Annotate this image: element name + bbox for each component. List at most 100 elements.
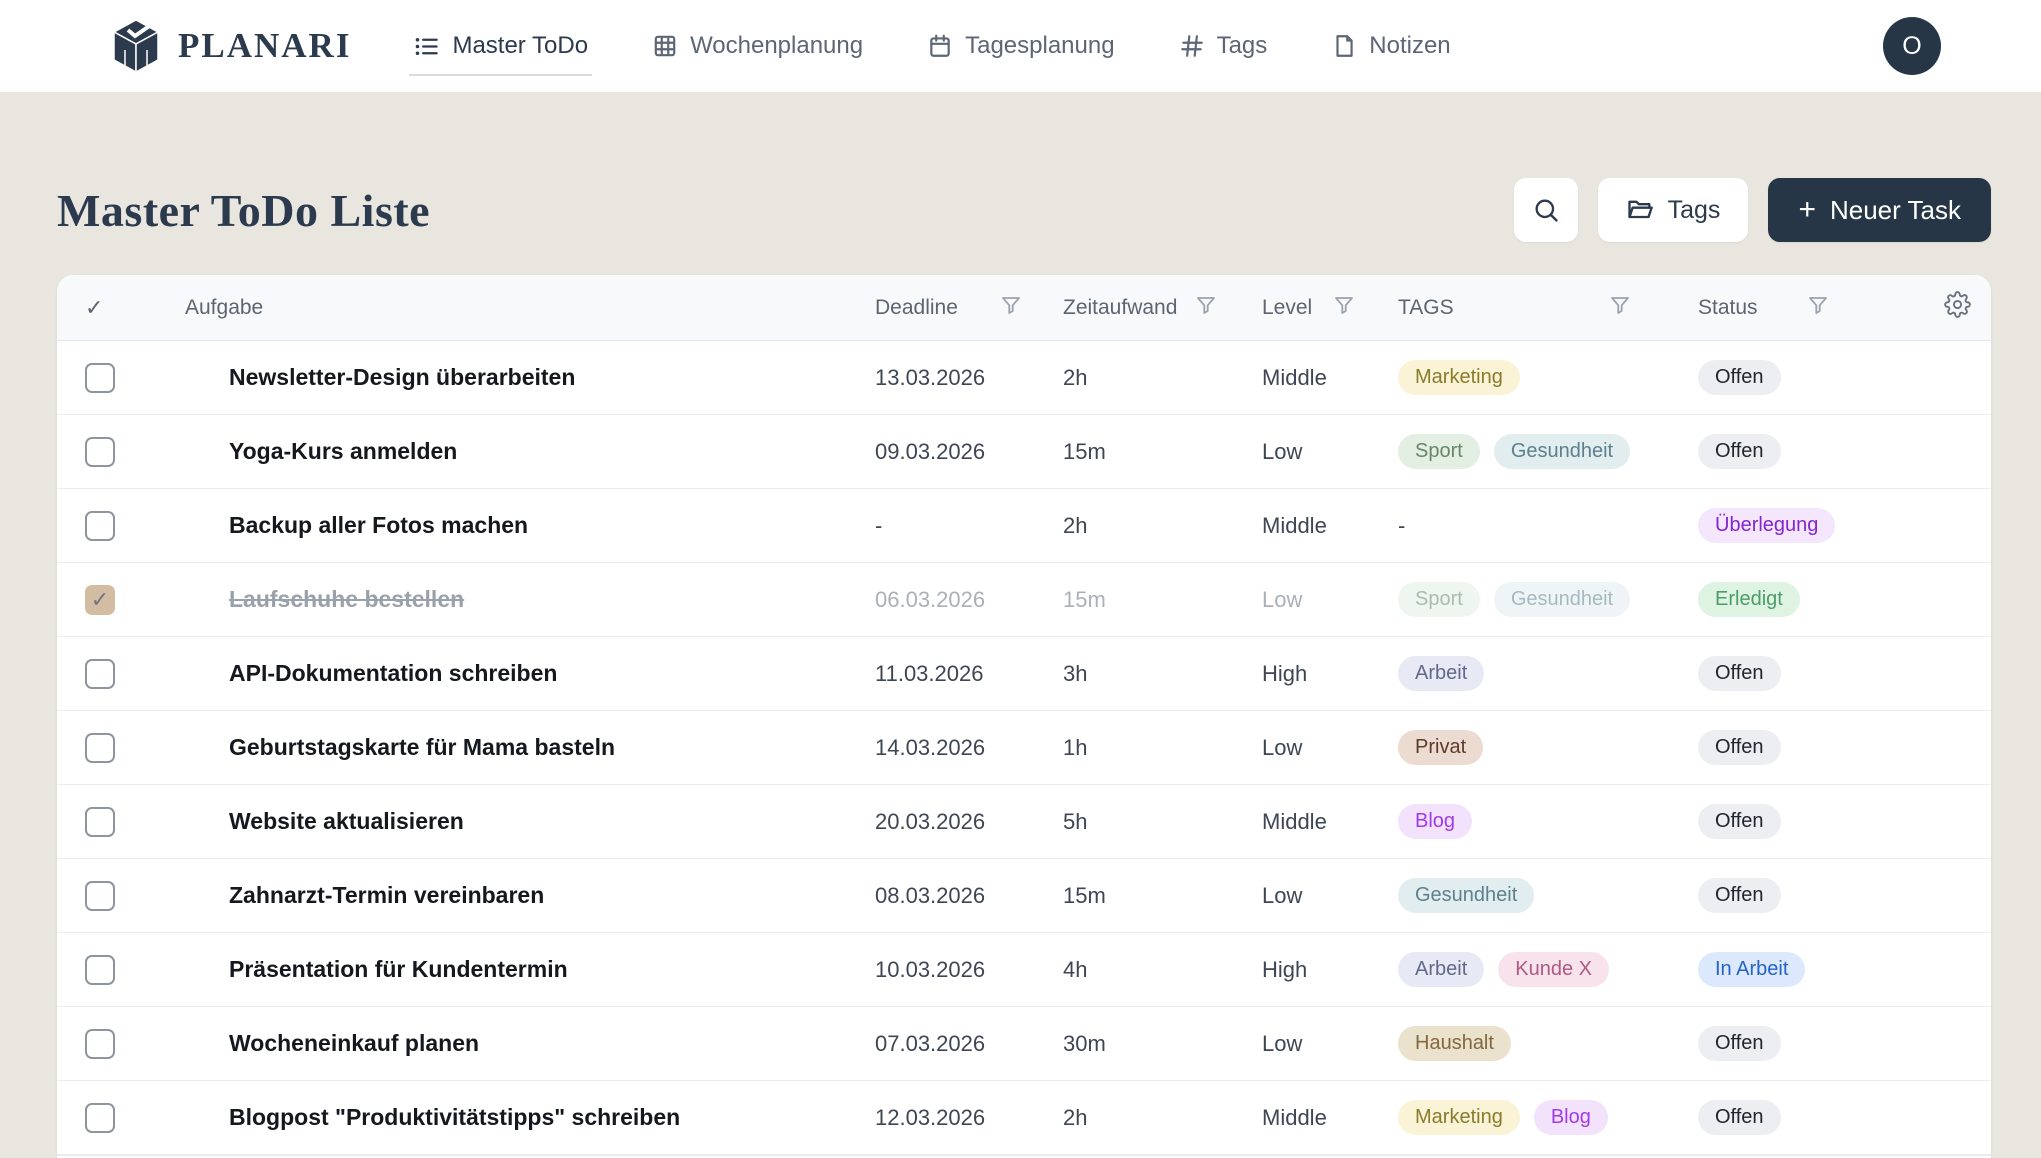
- nav-item-tagesplanung[interactable]: Tagesplanung: [927, 32, 1114, 60]
- row-check-cell: ✓: [57, 955, 177, 985]
- filter-icon-deadline[interactable]: [999, 293, 1023, 323]
- tag-pill: Privat: [1398, 730, 1483, 765]
- tags-button[interactable]: Tags: [1598, 178, 1749, 242]
- task-level: Low: [1262, 883, 1398, 909]
- task-checkbox[interactable]: ✓: [85, 1029, 115, 1059]
- task-title[interactable]: API-Dokumentation schreiben: [177, 660, 875, 687]
- task-level: Low: [1262, 735, 1398, 761]
- task-tags: ArbeitKunde X: [1398, 952, 1698, 987]
- task-checkbox[interactable]: ✓: [85, 659, 115, 689]
- task-status-cell: Überlegung: [1698, 508, 1944, 543]
- tag-pill: Blog: [1398, 804, 1472, 839]
- nav-item-tags[interactable]: Tags: [1179, 32, 1268, 60]
- task-checkbox[interactable]: ✓: [85, 1103, 115, 1133]
- task-title[interactable]: Zahnarzt-Termin vereinbaren: [177, 882, 875, 909]
- filter-icon-status[interactable]: [1806, 293, 1830, 323]
- filter-icon-effort[interactable]: [1194, 293, 1218, 323]
- file-icon: [1331, 33, 1357, 59]
- new-task-button[interactable]: + Neuer Task: [1768, 178, 1991, 242]
- filter-icon-tags[interactable]: [1608, 293, 1632, 323]
- task-checkbox[interactable]: ✓: [85, 363, 115, 393]
- tags-button-label: Tags: [1668, 196, 1721, 225]
- task-status-cell: Offen: [1698, 434, 1944, 469]
- status-badge[interactable]: Überlegung: [1698, 508, 1835, 543]
- task-status-cell: Offen: [1698, 1026, 1944, 1061]
- task-title[interactable]: Backup aller Fotos machen: [177, 512, 875, 539]
- row-check-cell: ✓: [57, 363, 177, 393]
- calendar-icon: [927, 33, 953, 59]
- task-checkbox[interactable]: ✓: [85, 733, 115, 763]
- task-checkbox[interactable]: ✓: [85, 437, 115, 467]
- tag-pill: Blog: [1534, 1100, 1608, 1135]
- task-deadline: 12.03.2026: [875, 1105, 1063, 1131]
- status-badge[interactable]: Offen: [1698, 360, 1781, 395]
- status-badge[interactable]: Offen: [1698, 730, 1781, 765]
- status-badge[interactable]: Offen: [1698, 804, 1781, 839]
- task-checkbox[interactable]: ✓: [85, 881, 115, 911]
- task-checkbox[interactable]: ✓: [85, 955, 115, 985]
- task-tags: SportGesundheit: [1398, 434, 1698, 469]
- row-check-cell: ✓: [57, 807, 177, 837]
- tag-pill: Sport: [1398, 582, 1480, 617]
- row-check-cell: ✓: [57, 1029, 177, 1059]
- task-status-cell: Offen: [1698, 804, 1944, 839]
- task-title[interactable]: Geburtstagskarte für Mama basteln: [177, 734, 875, 761]
- row-check-cell: ✓: [57, 437, 177, 467]
- task-level: High: [1262, 957, 1398, 983]
- nav-item-notizen[interactable]: Notizen: [1331, 32, 1450, 60]
- column-header-check: ✓: [57, 295, 177, 321]
- status-badge[interactable]: Offen: [1698, 1100, 1781, 1135]
- task-status-cell: Offen: [1698, 656, 1944, 691]
- status-badge[interactable]: Offen: [1698, 1026, 1781, 1061]
- logo-icon: [110, 18, 162, 74]
- status-badge[interactable]: Erledigt: [1698, 582, 1800, 617]
- task-status-cell: In Arbeit: [1698, 952, 1944, 987]
- tag-pill: Gesundheit: [1494, 582, 1630, 617]
- row-check-cell: ✓: [57, 511, 177, 541]
- task-title[interactable]: Yoga-Kurs anmelden: [177, 438, 875, 465]
- table-row: ✓ API-Dokumentation schreiben 11.03.2026…: [57, 637, 1991, 711]
- nav-item-wochenplanung[interactable]: Wochenplanung: [652, 32, 863, 60]
- task-checkbox[interactable]: ✓: [85, 585, 115, 615]
- status-badge[interactable]: Offen: [1698, 434, 1781, 469]
- table-row: ✓ Laufschuhe bestellen 06.03.2026 15m Lo…: [57, 563, 1991, 637]
- gear-icon[interactable]: [1944, 291, 1971, 324]
- task-title[interactable]: Wocheneinkauf planen: [177, 1030, 875, 1057]
- table-header-row: ✓ Aufgabe Deadline Zeitaufwand Level: [57, 275, 1991, 341]
- row-check-cell: ✓: [57, 881, 177, 911]
- tag-pill: Arbeit: [1398, 952, 1484, 987]
- search-button[interactable]: [1514, 178, 1578, 242]
- task-tags: Haushalt: [1398, 1026, 1698, 1061]
- task-deadline: 09.03.2026: [875, 439, 1063, 465]
- nav-label: Notizen: [1369, 32, 1450, 60]
- task-title[interactable]: Newsletter-Design überarbeiten: [177, 364, 875, 391]
- status-badge[interactable]: In Arbeit: [1698, 952, 1805, 987]
- user-avatar[interactable]: O: [1883, 17, 1941, 75]
- tag-pill: Haushalt: [1398, 1026, 1511, 1061]
- column-header-task: Aufgabe: [177, 296, 875, 320]
- task-status-cell: Offen: [1698, 730, 1944, 765]
- table-row: ✓ Zahnarzt-Termin vereinbaren 08.03.2026…: [57, 859, 1991, 933]
- column-header-tags: TAGS: [1398, 293, 1698, 323]
- task-title[interactable]: Website aktualisieren: [177, 808, 875, 835]
- task-tags: Privat: [1398, 730, 1698, 765]
- task-title[interactable]: Blogpost "Produktivitätstipps" schreiben: [177, 1104, 875, 1131]
- task-checkbox[interactable]: ✓: [85, 511, 115, 541]
- task-level: Low: [1262, 439, 1398, 465]
- brand-name: PLANARI: [178, 26, 351, 66]
- task-checkbox[interactable]: ✓: [85, 807, 115, 837]
- folder-open-icon: [1626, 196, 1654, 224]
- status-badge[interactable]: Offen: [1698, 878, 1781, 913]
- task-title[interactable]: Laufschuhe bestellen: [177, 586, 875, 613]
- task-title[interactable]: Präsentation für Kundentermin: [177, 956, 875, 983]
- task-effort: 15m: [1063, 883, 1262, 909]
- brand[interactable]: PLANARI: [110, 18, 351, 74]
- status-badge[interactable]: Offen: [1698, 656, 1781, 691]
- tag-pill: Sport: [1398, 434, 1480, 469]
- nav-item-master-todo[interactable]: Master ToDo: [413, 32, 588, 60]
- task-effort: 15m: [1063, 439, 1262, 465]
- tag-pill: Marketing: [1398, 1100, 1520, 1135]
- tag-pill: Marketing: [1398, 360, 1520, 395]
- task-tags: Marketing: [1398, 360, 1698, 395]
- filter-icon-level[interactable]: [1332, 293, 1356, 323]
